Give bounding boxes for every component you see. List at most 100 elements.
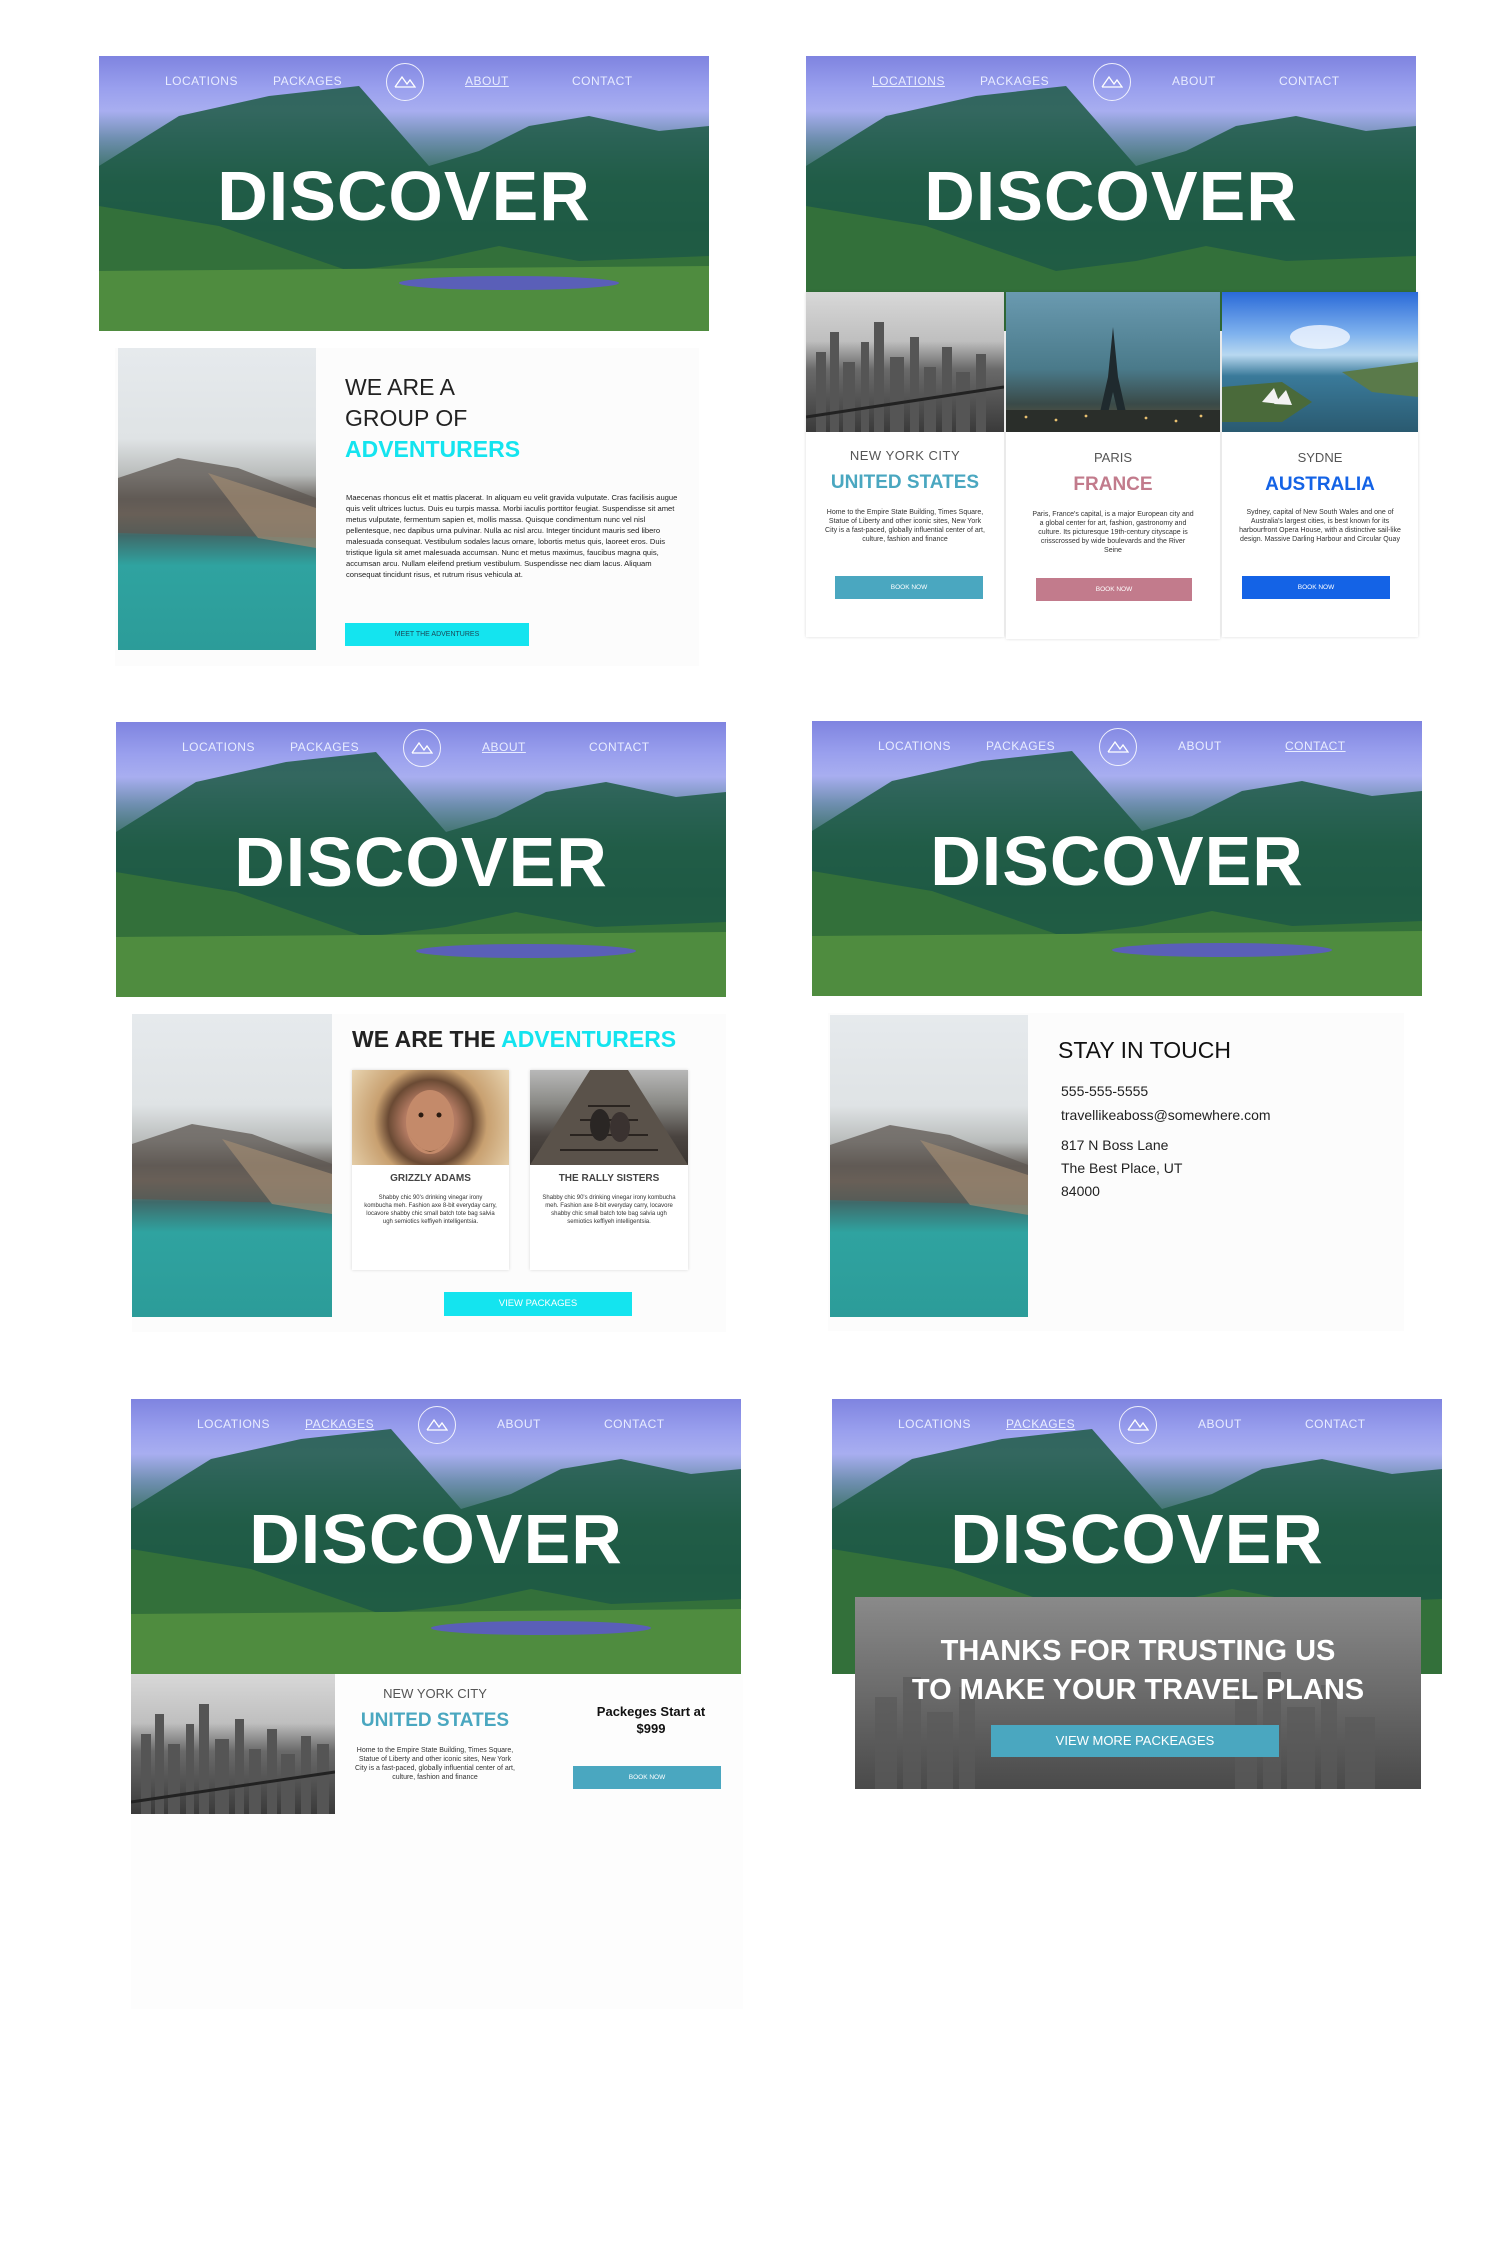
location-city: NEW YORK CITY bbox=[849, 448, 961, 463]
package-price-label: Packeges Start at bbox=[596, 1704, 706, 1719]
mountain-logo-icon[interactable] bbox=[1093, 63, 1131, 101]
member-photo bbox=[530, 1070, 688, 1165]
contact-card: STAY IN TOUCH 555-555-5555 travellikeabo… bbox=[828, 1013, 1404, 1331]
contact-zip: 84000 bbox=[1061, 1183, 1100, 1199]
team-heading-highlight: ADVENTURERS bbox=[501, 1026, 677, 1052]
panel-locations: LOCATIONS PACKAGES ABOUT CONTACT DISCOVE… bbox=[806, 56, 1418, 666]
nav-locations[interactable]: LOCATIONS bbox=[898, 1417, 971, 1431]
eiffel-tower-photo bbox=[1006, 292, 1220, 432]
hero-banner: LOCATIONS PACKAGES ABOUT CONTACT DISCOVE… bbox=[116, 722, 726, 997]
book-now-button[interactable]: BOOK NOW bbox=[1036, 578, 1192, 601]
view-more-packages-button[interactable]: VIEW MORE PACKEAGES bbox=[991, 1725, 1279, 1757]
view-packages-button[interactable]: VIEW PACKAGES bbox=[444, 1292, 632, 1316]
location-desc: Home to the Empire State Building, Times… bbox=[825, 509, 985, 543]
member-desc: Shabby chic 90's drinking vinegar irony … bbox=[542, 1195, 676, 1225]
member-name: THE RALLY SISTERS bbox=[558, 1173, 660, 1184]
hero-title: DISCOVER bbox=[950, 1500, 1324, 1578]
team-card: WE ARE THE ADVENTURERS GRIZZLY ADAMS Sha… bbox=[132, 1014, 726, 1332]
nav-about[interactable]: ABOUT bbox=[1198, 1417, 1242, 1431]
about-heading: WE ARE A GROUP OF ADVENTURERS bbox=[345, 372, 520, 465]
nav-packages[interactable]: PACKAGES bbox=[980, 74, 1049, 88]
team-heading-prefix: WE ARE THE bbox=[352, 1026, 502, 1052]
member-card[interactable]: THE RALLY SISTERS Shabby chic 90's drink… bbox=[530, 1070, 688, 1270]
location-city: SYDNE bbox=[1297, 450, 1343, 465]
hero-banner: LOCATIONS PACKAGES ABOUT CONTACT DISCOVE… bbox=[812, 721, 1422, 996]
contact-email[interactable]: travellikeaboss@somewhere.com bbox=[1061, 1107, 1271, 1123]
about-body: Maecenas rhoncus elit et mattis placerat… bbox=[346, 493, 678, 579]
nav-locations[interactable]: LOCATIONS bbox=[878, 739, 951, 753]
member-name: GRIZZLY ADAMS bbox=[390, 1173, 471, 1184]
meet-adventures-button[interactable]: MEET THE ADVENTURES bbox=[345, 623, 529, 646]
nav-about[interactable]: ABOUT bbox=[1178, 739, 1222, 753]
nav-contact[interactable]: CONTACT bbox=[1285, 739, 1346, 753]
nav-packages[interactable]: PACKAGES bbox=[273, 74, 342, 88]
member-photo bbox=[352, 1070, 509, 1165]
nav-about[interactable]: ABOUT bbox=[465, 74, 509, 88]
nav-about[interactable]: ABOUT bbox=[497, 1417, 541, 1431]
panel-contact: LOCATIONS PACKAGES ABOUT CONTACT DISCOVE… bbox=[812, 721, 1424, 1331]
location-card-nyc: NEW YORK CITY UNITED STATES Home to the … bbox=[806, 292, 1004, 637]
contact-phone[interactable]: 555-555-5555 bbox=[1061, 1083, 1148, 1099]
team-heading: WE ARE THE ADVENTURERS bbox=[352, 1026, 676, 1053]
location-desc: Paris, France's capital, is a major Euro… bbox=[1032, 511, 1194, 554]
mountain-logo-icon[interactable] bbox=[403, 729, 441, 767]
location-card-sydney: SYDNE AUSTRALIA Sydney, capital of New S… bbox=[1222, 292, 1418, 637]
contact-address-line2: The Best Place, UT bbox=[1061, 1160, 1183, 1176]
panel-thanks: LOCATIONS PACKAGES ABOUT CONTACT DISCOVE… bbox=[832, 1399, 1444, 1799]
package-city: NEW YORK CITY bbox=[383, 1686, 487, 1701]
hero-title: DISCOVER bbox=[217, 157, 591, 235]
location-country: AUSTRALIA bbox=[1265, 474, 1375, 495]
nav-about[interactable]: ABOUT bbox=[1172, 74, 1216, 88]
nav-contact[interactable]: CONTACT bbox=[572, 74, 633, 88]
mountain-logo-icon[interactable] bbox=[418, 1406, 456, 1444]
nav-packages[interactable]: PACKAGES bbox=[986, 739, 1055, 753]
nav-locations[interactable]: LOCATIONS bbox=[197, 1417, 270, 1431]
member-desc: Shabby chic 90's drinking vinegar irony … bbox=[364, 1195, 497, 1225]
nav-about[interactable]: ABOUT bbox=[482, 740, 526, 754]
panel-package: LOCATIONS PACKAGES ABOUT CONTACT DISCOVE… bbox=[131, 1399, 743, 2009]
location-country: FRANCE bbox=[1073, 474, 1153, 495]
top-nav: LOCATIONS PACKAGES ABOUT CONTACT bbox=[99, 56, 709, 106]
top-nav: LOCATIONS PACKAGES ABOUT CONTACT bbox=[116, 722, 726, 772]
book-now-button[interactable]: BOOK NOW bbox=[1242, 576, 1390, 599]
panel-about: LOCATIONS PACKAGES ABOUT CONTACT DISCOVE… bbox=[99, 56, 709, 666]
mountain-logo-icon[interactable] bbox=[1099, 728, 1137, 766]
hero-title: DISCOVER bbox=[930, 822, 1304, 900]
top-nav: LOCATIONS PACKAGES ABOUT CONTACT bbox=[832, 1399, 1442, 1449]
nav-contact[interactable]: CONTACT bbox=[1279, 74, 1340, 88]
top-nav: LOCATIONS PACKAGES ABOUT CONTACT bbox=[812, 721, 1422, 771]
book-now-button[interactable]: BOOK NOW bbox=[835, 576, 983, 599]
nav-contact[interactable]: CONTACT bbox=[604, 1417, 665, 1431]
mountain-lake-photo bbox=[132, 1014, 332, 1317]
location-card-paris: PARIS FRANCE Paris, France's capital, is… bbox=[1006, 292, 1220, 639]
mountain-lake-photo bbox=[118, 348, 316, 650]
nyc-skyline-photo bbox=[806, 292, 1004, 432]
contact-heading: STAY IN TOUCH bbox=[1058, 1037, 1231, 1063]
nav-locations[interactable]: LOCATIONS bbox=[872, 74, 945, 88]
hero-title: DISCOVER bbox=[234, 823, 608, 901]
member-card[interactable]: GRIZZLY ADAMS Shabby chic 90's drinking … bbox=[352, 1070, 509, 1270]
nav-contact[interactable]: CONTACT bbox=[1305, 1417, 1366, 1431]
contact-address-line1: 817 N Boss Lane bbox=[1061, 1137, 1169, 1153]
location-city: PARIS bbox=[1093, 450, 1133, 465]
hero-banner: LOCATIONS PACKAGES ABOUT CONTACT DISCOVE… bbox=[806, 56, 1416, 331]
hero-title: DISCOVER bbox=[249, 1500, 623, 1578]
nav-locations[interactable]: LOCATIONS bbox=[165, 74, 238, 88]
about-heading-line1: WE ARE A bbox=[345, 374, 455, 400]
book-now-button[interactable]: BOOK NOW bbox=[573, 1766, 721, 1789]
thanks-overlay: THANKS FOR TRUSTING US TO MAKE YOUR TRAV… bbox=[855, 1597, 1421, 1789]
nav-locations[interactable]: LOCATIONS bbox=[182, 740, 255, 754]
nyc-skyline-photo bbox=[131, 1674, 335, 1814]
hero-banner: LOCATIONS PACKAGES ABOUT CONTACT DISCOVE… bbox=[99, 56, 709, 331]
hero-banner: LOCATIONS PACKAGES ABOUT CONTACT DISCOVE… bbox=[131, 1399, 741, 1674]
mountain-logo-icon[interactable] bbox=[1119, 1406, 1157, 1444]
mountain-logo-icon[interactable] bbox=[386, 63, 424, 101]
nav-packages[interactable]: PACKAGES bbox=[1006, 1417, 1075, 1431]
nav-contact[interactable]: CONTACT bbox=[589, 740, 650, 754]
nav-packages[interactable]: PACKAGES bbox=[290, 740, 359, 754]
about-heading-highlight: ADVENTURERS bbox=[345, 436, 521, 462]
nav-packages[interactable]: PACKAGES bbox=[305, 1417, 374, 1431]
package-desc: Home to the Empire State Building, Times… bbox=[355, 1747, 515, 1781]
sydney-harbour-photo bbox=[1222, 292, 1418, 432]
thanks-line1: THANKS FOR TRUSTING US bbox=[940, 1635, 1336, 1667]
